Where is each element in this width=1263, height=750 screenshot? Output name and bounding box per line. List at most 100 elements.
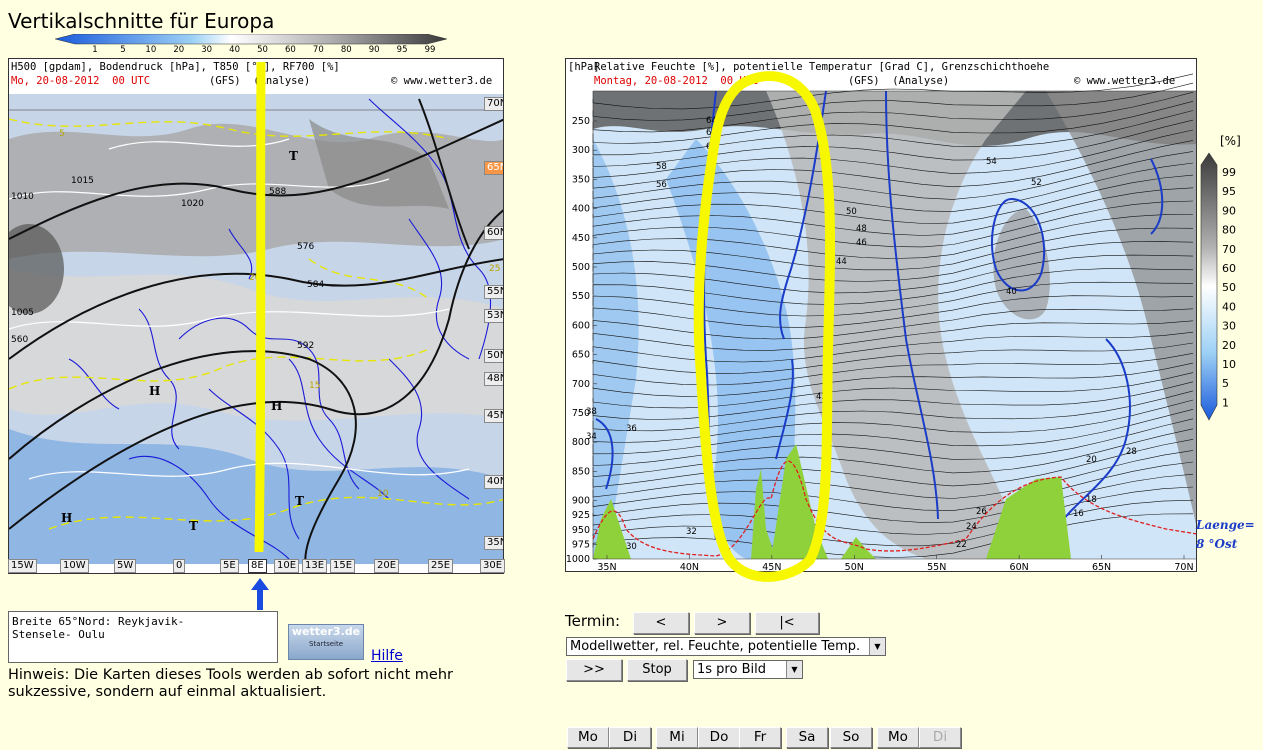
section-copyright: © www.wetter3.de (1074, 75, 1176, 87)
section-lat-tick: 50N (845, 562, 864, 572)
day-button[interactable]: Do (698, 727, 740, 748)
scale-tick-label: 95 (397, 45, 408, 53)
lon-label[interactable]: 10E (274, 559, 300, 573)
lat-label[interactable]: 48N (484, 372, 503, 386)
theta-label: 30 (626, 542, 637, 552)
pressure-center-label: T (289, 149, 298, 163)
day-button[interactable]: Di (919, 727, 961, 748)
help-link[interactable]: Hilfe (371, 648, 403, 664)
location-info-box: Breite 65°Nord: Reykjavik- Stensele- Oul… (8, 611, 278, 663)
pressure-level-label: 400 (572, 204, 590, 215)
lat-label-selected[interactable]: 65N (484, 161, 503, 175)
lon-label[interactable]: 5E (220, 559, 239, 573)
lon-label[interactable]: 20E (374, 559, 400, 573)
scale-tick-label: 99 (425, 45, 436, 53)
scale-tick-label: 70 (313, 45, 324, 53)
lat-label[interactable]: 55N (484, 285, 503, 299)
lon-label[interactable]: 15E (330, 559, 356, 573)
theta-label: 28 (1126, 447, 1137, 457)
next-time-button[interactable]: > (694, 612, 750, 634)
wetter3-logo-link[interactable]: wetter3.de Startseite (288, 624, 364, 660)
pressure-level-label: 600 (572, 320, 590, 331)
theta-label: 56 (656, 180, 667, 190)
theta-label: 58 (656, 162, 667, 172)
stop-button[interactable]: Stop (627, 659, 687, 681)
pressure-center-label: T (189, 519, 198, 533)
contour-label: 1010 (11, 192, 34, 202)
pressure-level-label: 1000 (566, 554, 590, 565)
theta-label: 22 (956, 540, 967, 550)
first-time-button[interactable]: |< (755, 612, 819, 634)
lat-label[interactable]: 70N (484, 97, 503, 111)
highlight-annotation-loop (693, 71, 836, 582)
day-button[interactable]: Fr (739, 727, 781, 748)
legend-label: 80 (1222, 224, 1236, 237)
theta-label: 20 (1086, 455, 1097, 465)
scale-tick-label: 50 (257, 45, 268, 53)
contour-label: 1005 (11, 308, 34, 318)
lon-label[interactable]: 13E (302, 559, 328, 573)
legend-unit: [%] (1220, 134, 1241, 148)
prev-time-button[interactable]: < (633, 612, 689, 634)
theta-label: 50 (846, 207, 857, 217)
day-button[interactable]: Mo (567, 727, 609, 748)
pressure-center-label: H (61, 511, 73, 525)
legend-label: 70 (1222, 243, 1236, 256)
pressure-center-label: H (149, 384, 161, 398)
vertical-section-panel[interactable]: 64 62 60 58 56 54 52 50 48 46 44 42 40 38 36 34 32 30 28 26… (565, 58, 1197, 572)
scale-tick-label: 20 (173, 45, 184, 53)
lon-label[interactable]: 15W (8, 559, 37, 573)
lon-label[interactable]: 25E (428, 559, 454, 573)
info-line-1: Breite 65°Nord: Reykjavik- (12, 615, 185, 628)
lat-label[interactable]: 50N (484, 349, 503, 363)
scale-tick-label: 90 (369, 45, 380, 53)
lon-label-selected[interactable]: 8E (248, 559, 267, 573)
day-button[interactable]: Mi (656, 727, 698, 748)
speed-select[interactable]: 1s pro Bild ▼ (693, 660, 803, 679)
lat-label[interactable]: 53N (484, 309, 503, 323)
product-select-value: Modellwetter, rel. Feuchte, potentielle … (570, 639, 861, 654)
lat-label[interactable]: 60N (484, 226, 503, 240)
theta-label: 48 (856, 224, 867, 234)
lon-label[interactable]: 10W (60, 559, 89, 573)
scale-tick-label: 10 (145, 45, 156, 53)
scale-tick-label: 30 (201, 45, 212, 53)
temperature-label: 15 (309, 381, 321, 391)
pressure-level-label: 250 (572, 116, 590, 127)
pressure-level-label: 550 (572, 291, 590, 302)
map-copyright: © www.wetter3.de (391, 75, 493, 87)
vertical-section-canvas: 6462605856545250484644424038363432302826… (566, 59, 1196, 572)
section-lat-tick: 55N (927, 562, 946, 572)
temperature-label: 5 (59, 129, 65, 139)
day-button[interactable]: Sa (786, 727, 828, 748)
longitude-readout: Laenge= 8 °Ost (1196, 516, 1255, 554)
theta-label: 40 (1006, 287, 1017, 297)
pressure-level-label: 800 (572, 437, 590, 448)
pressure-level-label: 500 (572, 262, 590, 273)
section-lat-tick: 70N (1174, 562, 1193, 572)
temperature-label: 10 (377, 489, 389, 499)
legend-label: 5 (1222, 377, 1229, 390)
day-button[interactable]: Di (609, 727, 651, 748)
product-select[interactable]: Modellwetter, rel. Feuchte, potentielle … (566, 637, 886, 656)
legend-label: 10 (1222, 358, 1236, 371)
lon-label[interactable]: 0 (173, 559, 186, 573)
legend-label: 50 (1222, 281, 1236, 294)
play-button[interactable]: >> (566, 659, 622, 681)
lat-label[interactable]: 35N (484, 536, 503, 550)
section-lat-tick: 60N (1010, 562, 1029, 572)
chevron-down-icon: ▼ (786, 661, 802, 678)
pressure-level-label: 450 (572, 233, 590, 244)
scale-tick-label: 5 (120, 45, 125, 53)
humidity-scale-bar: 1 5 10 20 30 40 50 60 70 80 90 95 99 (55, 34, 447, 53)
day-button[interactable]: Mo (877, 727, 919, 748)
theta-label: 18 (1086, 495, 1097, 505)
section-lat-tick: 65N (1092, 562, 1111, 572)
lon-label[interactable]: 5W (114, 559, 137, 573)
lat-label[interactable]: 40N (484, 475, 503, 489)
lat-label[interactable]: 45N (484, 409, 503, 423)
contour-label: 1015 (71, 176, 94, 186)
map-header-date: Mo, 20-08-2012 00 UTC (11, 75, 151, 87)
day-button[interactable]: So (830, 727, 872, 748)
lon-label[interactable]: 30E (480, 559, 506, 573)
